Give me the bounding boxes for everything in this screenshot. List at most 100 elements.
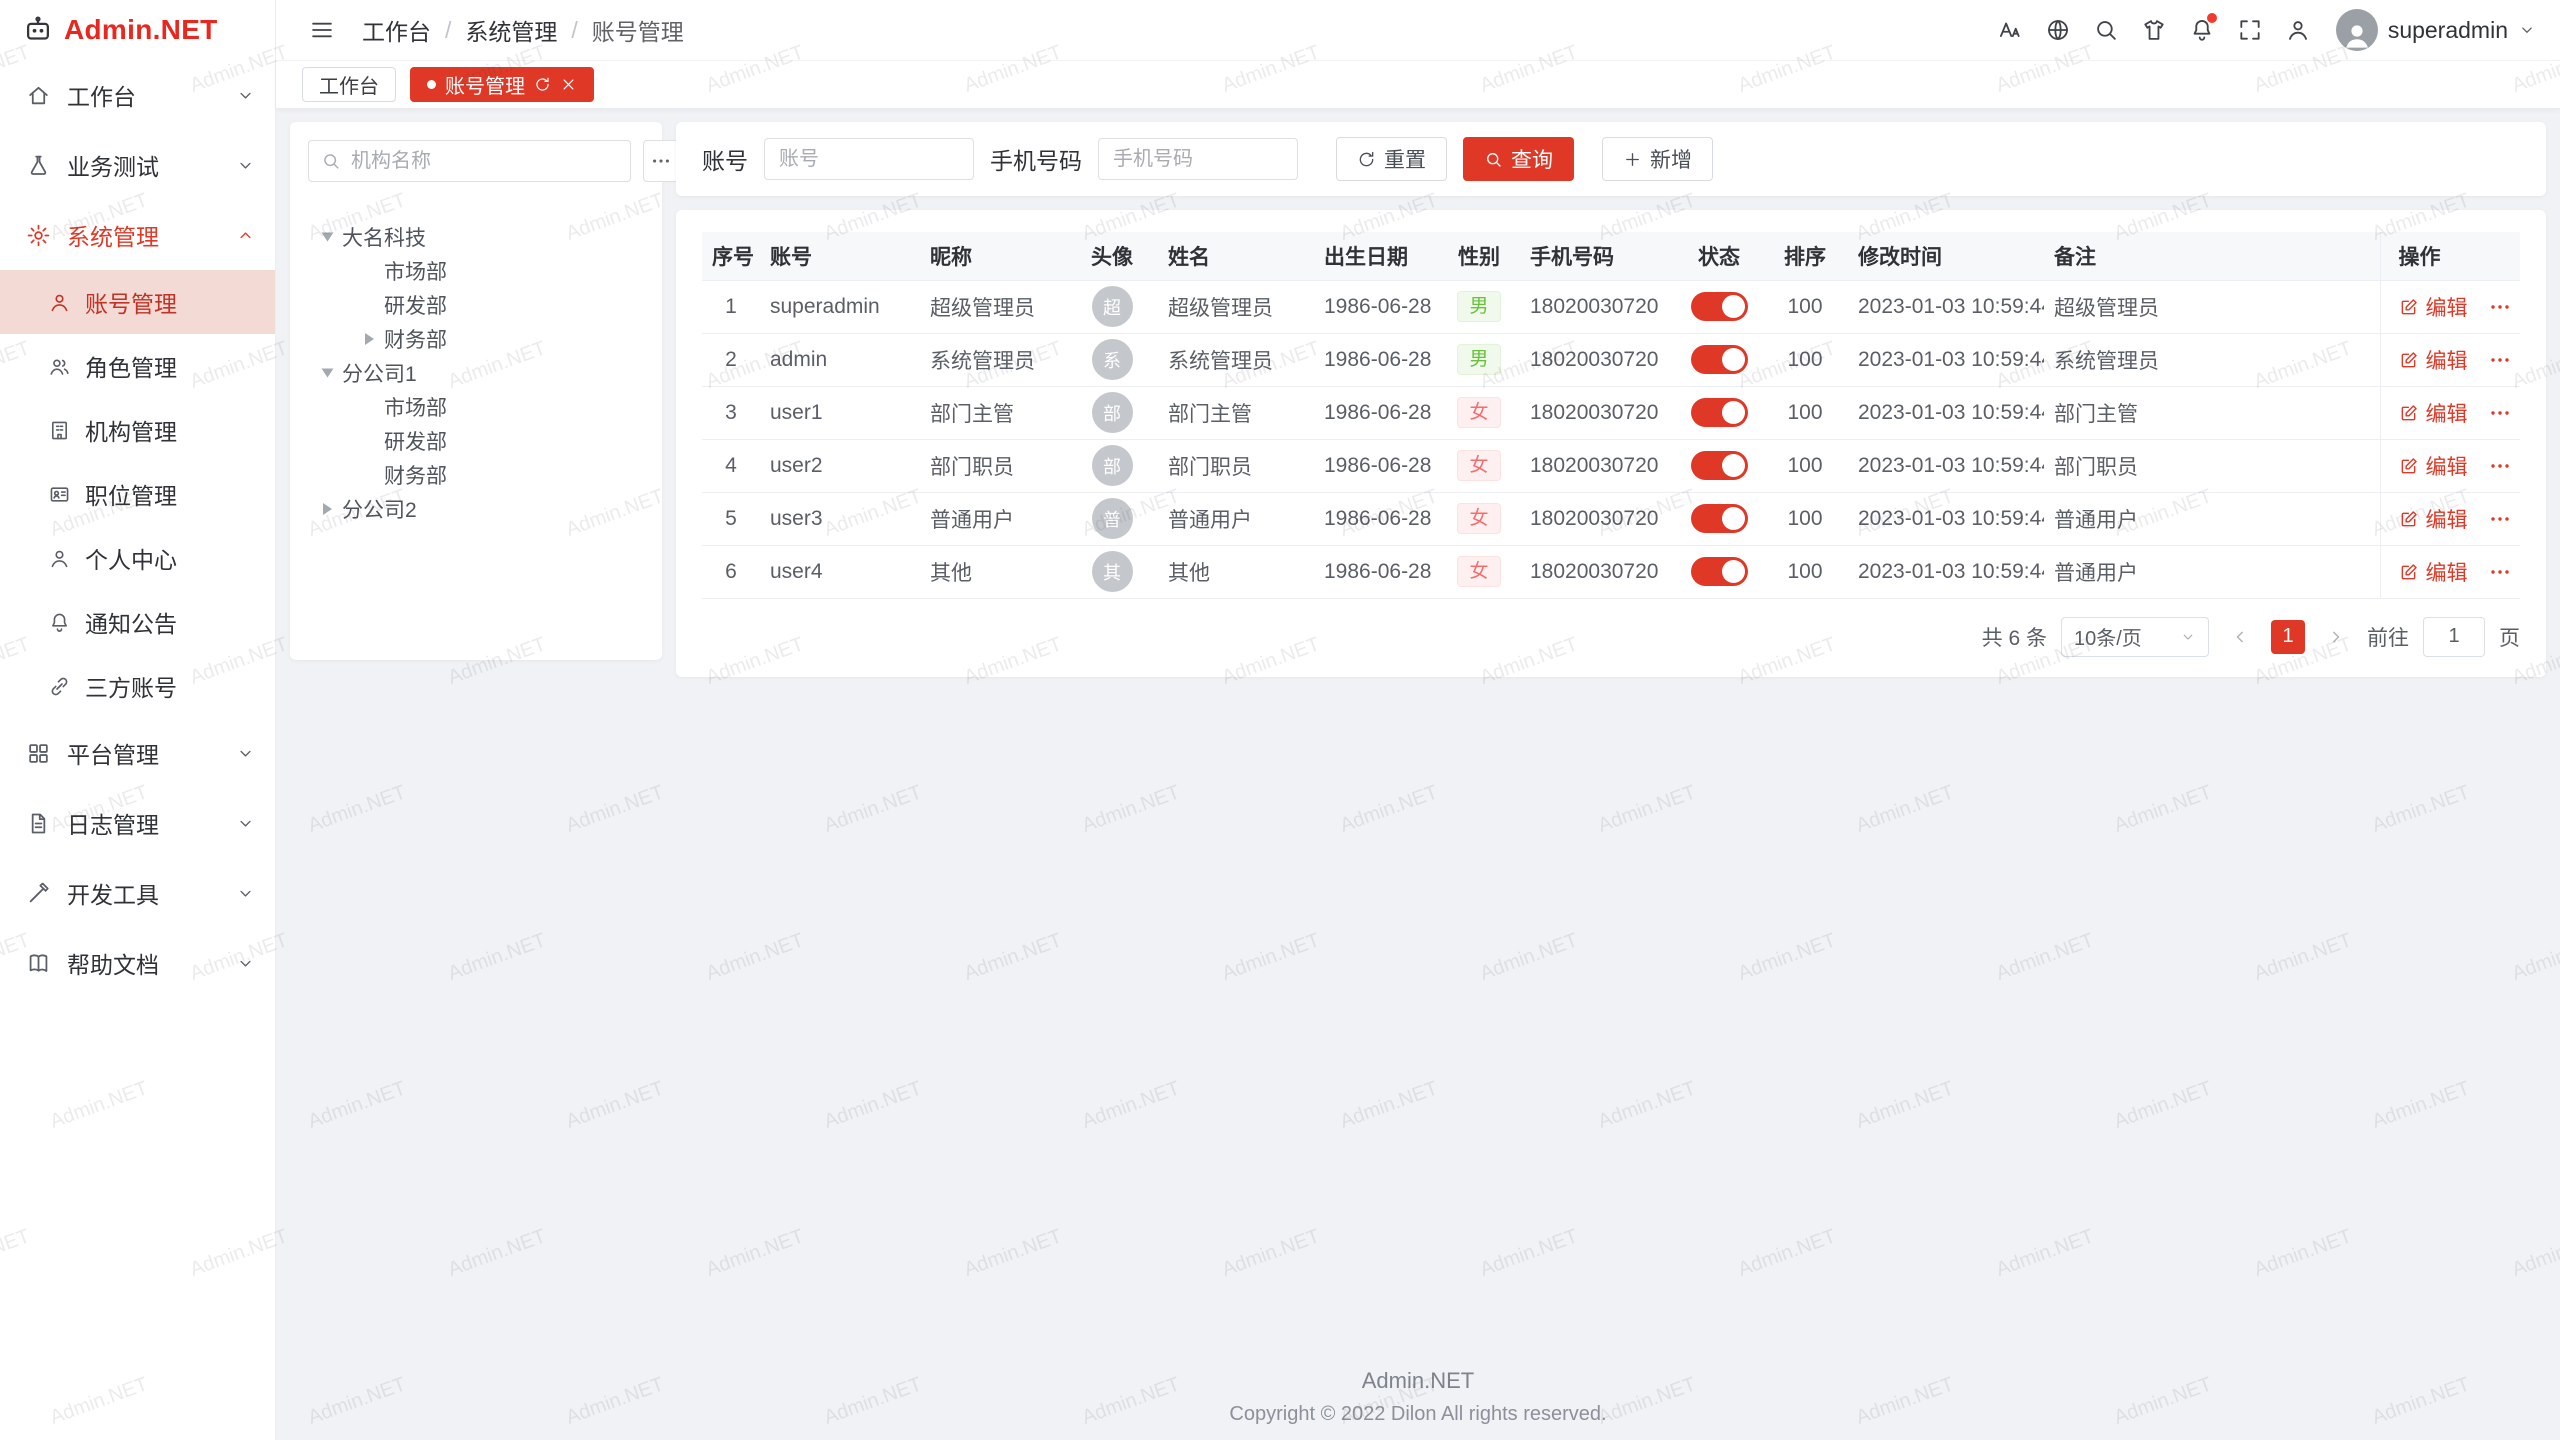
refresh-tab-icon[interactable] <box>534 76 551 93</box>
edit-button[interactable]: 编辑 <box>2399 557 2468 587</box>
add-button[interactable]: 新增 <box>1602 137 1713 181</box>
cell-modified: 2023-01-03 10:59:44 <box>1848 492 2044 545</box>
tree-node[interactable]: 财务部 <box>308 458 644 492</box>
filter-bar: 账号 手机号码 重置 查询 新增 <box>676 122 2546 196</box>
status-toggle[interactable] <box>1691 292 1748 321</box>
sidebar-item-system[interactable]: 系统管理 <box>0 200 275 270</box>
tab-account[interactable]: 账号管理 <box>410 67 594 102</box>
next-page-button[interactable] <box>2319 620 2353 654</box>
close-tab-icon[interactable] <box>560 76 577 93</box>
language-button[interactable] <box>2036 8 2080 52</box>
tree-node[interactable]: 大名科技 <box>308 220 644 254</box>
collapse-menu-button[interactable] <box>300 8 344 52</box>
caret-icon[interactable] <box>314 497 340 521</box>
sidebar-item-workbench[interactable]: 工作台 <box>0 60 275 130</box>
cell-remark: 超级管理员 <box>2044 280 2380 333</box>
row-more-button[interactable] <box>2488 348 2512 372</box>
user-menu[interactable]: superadmin <box>2336 9 2536 51</box>
bell-icon <box>48 611 71 634</box>
search-icon <box>1484 150 1503 169</box>
prev-page-button[interactable] <box>2223 620 2257 654</box>
row-more-button[interactable] <box>2488 454 2512 478</box>
sidebar-item-platform[interactable]: 平台管理 <box>0 718 275 788</box>
tree-node[interactable]: 市场部 <box>308 254 644 288</box>
column-header-8: 状态 <box>1676 232 1762 280</box>
row-more-button[interactable] <box>2488 560 2512 584</box>
cell-phone: 18020030720 <box>1520 280 1676 333</box>
brand[interactable]: Admin.NET <box>0 0 275 60</box>
edit-button[interactable]: 编辑 <box>2399 292 2468 322</box>
tree-node-label: 大名科技 <box>342 222 426 252</box>
org-search-input[interactable] <box>349 149 618 174</box>
table-row: 6user4其他其其他1986-06-28女180200307201002023… <box>702 545 2520 598</box>
edit-button[interactable]: 编辑 <box>2399 451 2468 481</box>
chevron-down-icon <box>236 86 255 105</box>
cell-avatar: 部 <box>1066 439 1158 492</box>
profile-button[interactable] <box>2276 8 2320 52</box>
tree-node[interactable]: 财务部 <box>308 322 644 356</box>
cell-index: 3 <box>702 386 760 439</box>
docs-icon <box>26 951 51 976</box>
search-button[interactable] <box>2084 8 2128 52</box>
sidebar-item-account[interactable]: 账号管理 <box>0 270 275 334</box>
sidebar-item-org[interactable]: 机构管理 <box>0 398 275 462</box>
status-toggle[interactable] <box>1691 557 1748 586</box>
org-search-field[interactable] <box>308 140 631 182</box>
sidebar-item-third-account[interactable]: 三方账号 <box>0 654 275 718</box>
status-toggle[interactable] <box>1691 398 1748 427</box>
tree-node[interactable]: 分公司1 <box>308 356 644 390</box>
account-input[interactable] <box>764 138 974 180</box>
toggle-knob <box>1722 454 1745 477</box>
sidebar-item-position[interactable]: 职位管理 <box>0 462 275 526</box>
toggle-knob <box>1722 507 1745 530</box>
tree-more-button[interactable] <box>643 140 679 182</box>
breadcrumb-item[interactable]: 工作台 <box>362 13 431 47</box>
cell-index: 1 <box>702 280 760 333</box>
edit-button[interactable]: 编辑 <box>2399 345 2468 375</box>
edit-button[interactable]: 编辑 <box>2399 398 2468 428</box>
sidebar-item-business-test[interactable]: 业务测试 <box>0 130 275 200</box>
breadcrumb-item[interactable]: 系统管理 <box>465 13 557 47</box>
gender-tag: 女 <box>1457 450 1500 481</box>
fullscreen-icon <box>2237 17 2263 43</box>
theme-button[interactable] <box>2132 8 2176 52</box>
status-toggle[interactable] <box>1691 345 1748 374</box>
tree-node[interactable]: 市场部 <box>308 390 644 424</box>
user-icon <box>48 291 71 314</box>
notification-button[interactable] <box>2180 8 2224 52</box>
caret-icon[interactable] <box>314 225 340 249</box>
font-size-button[interactable] <box>1988 8 2032 52</box>
page-size-select[interactable]: 10条/页 <box>2061 617 2209 657</box>
caret-icon[interactable] <box>314 361 340 385</box>
page-unit-label: 页 <box>2499 622 2520 652</box>
org-tree-panel: 大名科技市场部研发部财务部分公司1市场部研发部财务部分公司2 <box>290 122 662 660</box>
goto-page-input[interactable] <box>2423 617 2485 657</box>
tab-workbench[interactable]: 工作台 <box>302 67 396 102</box>
sidebar-item-log[interactable]: 日志管理 <box>0 788 275 858</box>
cell-index: 6 <box>702 545 760 598</box>
chevron-down-icon <box>236 744 255 763</box>
status-toggle[interactable] <box>1691 451 1748 480</box>
row-more-button[interactable] <box>2488 401 2512 425</box>
reset-button[interactable]: 重置 <box>1336 137 1447 181</box>
sidebar-item-devtools[interactable]: 开发工具 <box>0 858 275 928</box>
sidebar-item-notice[interactable]: 通知公告 <box>0 590 275 654</box>
cell-name: 部门主管 <box>1158 386 1314 439</box>
row-more-button[interactable] <box>2488 295 2512 319</box>
caret-icon[interactable] <box>356 327 382 351</box>
sidebar-item-label: 帮助文档 <box>67 946 159 980</box>
status-toggle[interactable] <box>1691 504 1748 533</box>
sidebar-item-role[interactable]: 角色管理 <box>0 334 275 398</box>
sidebar-item-profile[interactable]: 个人中心 <box>0 526 275 590</box>
row-more-button[interactable] <box>2488 507 2512 531</box>
fullscreen-button[interactable] <box>2228 8 2272 52</box>
tree-node[interactable]: 分公司2 <box>308 492 644 526</box>
sidebar-item-docs[interactable]: 帮助文档 <box>0 928 275 998</box>
phone-input[interactable] <box>1098 138 1298 180</box>
cell-avatar: 超 <box>1066 280 1158 333</box>
search-button[interactable]: 查询 <box>1463 137 1574 181</box>
tree-node[interactable]: 研发部 <box>308 424 644 458</box>
page-1-button[interactable]: 1 <box>2271 620 2305 654</box>
edit-button[interactable]: 编辑 <box>2399 504 2468 534</box>
tree-node[interactable]: 研发部 <box>308 288 644 322</box>
